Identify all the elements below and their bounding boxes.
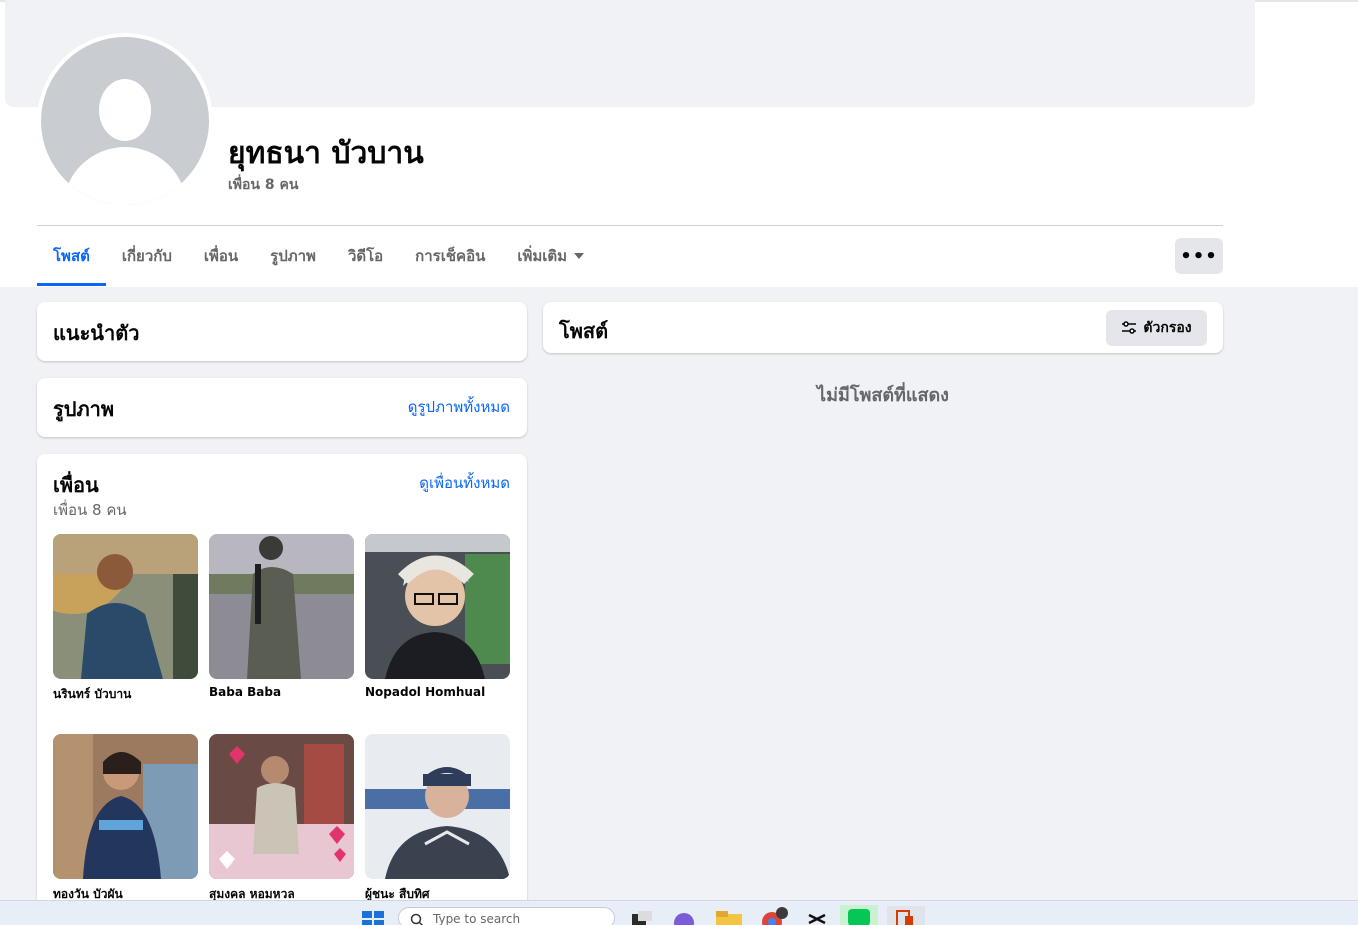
tab-more[interactable]: เพิ่มเติม — [501, 226, 600, 286]
friend-tile[interactable]: ทองวัน บัวผัน — [53, 734, 198, 904]
line-app-icon[interactable] — [840, 905, 878, 925]
caret-down-icon — [574, 253, 585, 259]
tab-label: โพสต์ — [53, 247, 90, 265]
friend-photo-image — [365, 534, 510, 679]
taskbar-search-input[interactable]: Type to search — [398, 907, 615, 925]
friend-tile[interactable]: Baba Baba — [209, 534, 354, 699]
taskbar: Type to search — [0, 900, 1358, 925]
intro-title: แนะนำตัว — [53, 321, 140, 345]
profile-tabs: โพสต์ เกี่ยวกับ เพื่อน รูปภาพ วิดีโอ การ… — [37, 226, 600, 286]
no-posts-message: ไม่มีโพสต์ที่แสดง — [817, 385, 949, 406]
office-app-icon[interactable] — [887, 906, 925, 925]
tab-videos[interactable]: วิดีโอ — [332, 226, 399, 286]
windows-start-icon[interactable] — [362, 911, 384, 925]
chrome-icon[interactable] — [760, 906, 788, 925]
friend-name[interactable]: นรินทร์ บัวบาน — [53, 685, 198, 704]
tab-photos[interactable]: รูปภาพ — [254, 226, 332, 286]
profile-friends-count[interactable]: เพื่อน 8 คน — [228, 174, 298, 196]
see-all-friends-link[interactable]: ดูเพื่อนทั้งหมด — [419, 471, 510, 495]
friends-card: เพื่อน ดูเพื่อนทั้งหมด เพื่อน 8 คน นรินท… — [37, 454, 527, 914]
friend-photo-image — [209, 734, 354, 879]
friend-photo-image — [209, 534, 354, 679]
profile-header: ยุทธนา บัวบาน เพื่อน 8 คน โพสต์ เกี่ยวกั… — [0, 0, 1358, 287]
default-avatar-icon — [41, 37, 209, 205]
friend-photo[interactable] — [53, 734, 198, 879]
intro-card: แนะนำตัว — [37, 302, 527, 361]
tab-label: เกี่ยวกับ — [121, 247, 172, 265]
friend-photo-image — [53, 734, 198, 879]
friend-photo[interactable] — [365, 734, 510, 879]
chat-app-icon[interactable] — [672, 911, 696, 925]
friend-photo[interactable] — [53, 534, 198, 679]
filter-label: ตัวกรอง — [1143, 320, 1192, 336]
filter-icon — [1122, 321, 1137, 334]
friend-tile[interactable]: สุมงคล หอมหวล — [209, 734, 354, 904]
tab-friends[interactable]: เพื่อน — [188, 226, 254, 286]
tab-label: รูปภาพ — [270, 247, 316, 265]
friends-subtitle: เพื่อน 8 คน — [53, 501, 127, 519]
tab-label: เพื่อน — [203, 247, 239, 265]
file-explorer-icon[interactable] — [716, 911, 742, 925]
more-options-button[interactable]: ••• — [1175, 238, 1223, 274]
friend-name[interactable]: Baba Baba — [209, 685, 354, 699]
friends-title[interactable]: เพื่อน — [53, 469, 99, 501]
see-all-photos-link[interactable]: ดูรูปภาพทั้งหมด — [408, 395, 510, 419]
tab-label: การเช็คอิน — [415, 247, 486, 265]
friend-name[interactable]: Nopadol Homhual — [365, 685, 510, 699]
friend-photo[interactable] — [209, 734, 354, 879]
posts-title: โพสต์ — [559, 319, 609, 343]
tab-checkins[interactable]: การเช็คอิน — [399, 226, 501, 286]
filter-button[interactable]: ตัวกรอง — [1106, 310, 1207, 346]
friend-tile[interactable]: นรินทร์ บัวบาน — [53, 534, 198, 704]
friend-photo-image — [53, 534, 198, 679]
photos-card: รูปภาพ ดูรูปภาพทั้งหมด — [37, 378, 527, 437]
profile-avatar[interactable] — [37, 33, 213, 209]
friend-tile[interactable]: Nopadol Homhual — [365, 534, 510, 699]
photos-title[interactable]: รูปภาพ — [53, 393, 114, 425]
tab-label: วิดีโอ — [347, 247, 384, 265]
tab-about[interactable]: เกี่ยวกับ — [106, 226, 188, 286]
friend-photo-image — [365, 734, 510, 879]
task-view-icon[interactable] — [630, 911, 652, 925]
friend-tile[interactable]: ผู้ชนะ สืบทิศ — [365, 734, 510, 904]
friend-photo[interactable] — [209, 534, 354, 679]
tab-posts[interactable]: โพสต์ — [37, 226, 106, 286]
friend-photo[interactable] — [365, 534, 510, 679]
search-icon — [410, 913, 424, 925]
tab-label: เพิ่มเติม — [517, 247, 568, 265]
capcut-icon[interactable] — [806, 911, 828, 925]
profile-name: ยุทธนา บัวบาน — [228, 136, 424, 171]
